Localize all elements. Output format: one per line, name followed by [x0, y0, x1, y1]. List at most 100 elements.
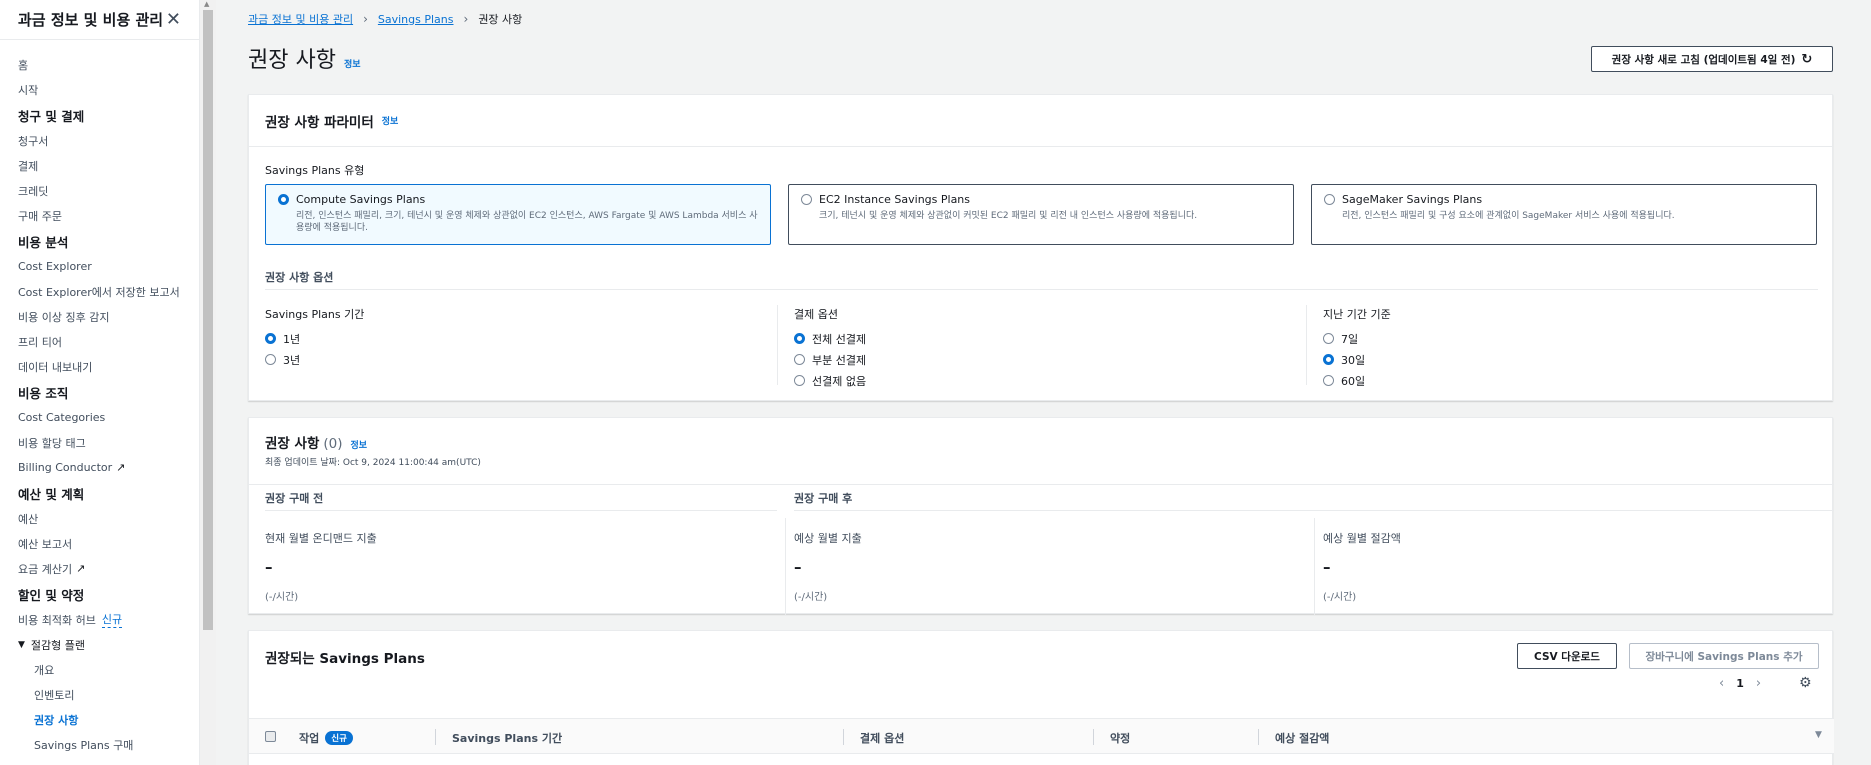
sidebar-item[interactable]: Cost Explorer에서 저장한 보고서: [0, 279, 199, 304]
page-title: 권장 사항 정보: [248, 42, 361, 74]
radio-60d[interactable]: [1323, 375, 1334, 386]
options-title: 권장 사항 옵션: [265, 271, 334, 284]
term-label: Savings Plans 기간: [265, 308, 365, 321]
radio-all-upfront[interactable]: [794, 333, 805, 344]
column-divider[interactable]: [1258, 729, 1259, 745]
sidebar-item[interactable]: 프리 티어: [0, 329, 199, 354]
payment-option-all-upfront[interactable]: 전체 선결제: [794, 328, 1294, 349]
sidebar-item[interactable]: Savings Plans 구매: [0, 732, 199, 757]
sidebar-title: 과금 정보 및 비용 관리: [18, 11, 164, 29]
plan-type-cards: Compute Savings Plans 리전, 인스턴스 패밀리, 크기, …: [265, 184, 1817, 245]
option-label: 부분 선결제: [812, 353, 867, 367]
caret-down-icon[interactable]: ▼: [18, 640, 25, 650]
plan-card-ec2-instance[interactable]: EC2 Instance Savings Plans 크기, 테넌시 및 운영 …: [788, 184, 1294, 245]
new-tag[interactable]: 신규: [101, 611, 123, 628]
sidebar-item-label: 개요: [34, 663, 55, 677]
col-commitment[interactable]: 약정: [1110, 730, 1130, 746]
group-underline: [265, 510, 777, 511]
col-payment[interactable]: 결제 옵션: [860, 730, 904, 746]
term-option-3yr[interactable]: 3년: [265, 349, 765, 370]
sidebar-item[interactable]: 예산 보고서: [0, 531, 199, 556]
payment-group: 결제 옵션 전체 선결제 부분 선결제 선결제 없음: [794, 306, 1294, 391]
payment-label: 결제 옵션: [794, 308, 838, 321]
breadcrumb-savings-plans-link[interactable]: Savings Plans: [378, 13, 454, 26]
radio-ec2-instance[interactable]: [801, 194, 812, 205]
sidebar: 과금 정보 및 비용 관리 ✕ 홈 시작 청구 및 결제 청구서 결제크레딧구매 주문비…: [0, 0, 200, 765]
select-all-checkbox[interactable]: [265, 731, 276, 742]
plan-card-compute[interactable]: Compute Savings Plans 리전, 인스턴스 패밀리, 크기, …: [265, 184, 771, 245]
column-divider[interactable]: [1093, 729, 1094, 745]
sidebar-item-label: 비용 이상 징후 감지: [18, 310, 110, 324]
recs-info-link[interactable]: 정보: [351, 438, 368, 451]
lookback-option-30d[interactable]: 30일: [1323, 349, 1823, 370]
sidebar-item[interactable]: 홈: [0, 52, 199, 77]
col-estimated-savings[interactable]: 예상 절감액: [1275, 730, 1329, 746]
plan-card-sagemaker[interactable]: SageMaker Savings Plans 리전, 인스턴스 패밀리 및 구…: [1311, 184, 1817, 245]
chevron-right-icon[interactable]: ›: [1756, 676, 1761, 691]
csv-download-button[interactable]: CSV 다운로드: [1517, 643, 1617, 669]
radio-30d[interactable]: [1323, 354, 1334, 365]
sidebar-item[interactable]: 비용 할당 태그: [0, 430, 199, 455]
sidebar-item[interactable]: 요금 계산기 ↗: [0, 556, 199, 581]
refresh-recommendations-button[interactable]: 권장 사항 새로 고침 (업데이트됨 4일 전) ↻: [1591, 46, 1833, 72]
column-divider[interactable]: [843, 729, 844, 745]
params-info-link[interactable]: 정보: [382, 114, 399, 127]
sidebar-item[interactable]: Cost Categories: [0, 405, 199, 430]
page-number[interactable]: 1: [1736, 677, 1744, 690]
radio-sagemaker[interactable]: [1324, 194, 1335, 205]
radio-1yr[interactable]: [265, 333, 276, 344]
radio-partial-upfront[interactable]: [794, 354, 805, 365]
payment-option-partial-upfront[interactable]: 부분 선결제: [794, 349, 1294, 370]
sidebar-item[interactable]: 청구서: [0, 128, 199, 153]
column-divider[interactable]: [435, 729, 436, 745]
gear-icon[interactable]: ⚙: [1799, 675, 1812, 691]
metric-estimated-savings: 예상 월별 절감액 – (-/시간): [1323, 530, 1401, 603]
page-info-link[interactable]: 정보: [344, 57, 361, 70]
sidebar-item[interactable]: 권장 사항: [0, 707, 199, 732]
sidebar-item[interactable]: Cost Explorer: [0, 254, 199, 279]
sidebar-section: 청구 및 결제: [0, 102, 199, 128]
close-icon[interactable]: ✕: [166, 9, 181, 30]
col-term[interactable]: Savings Plans 기간: [452, 730, 562, 746]
sidebar-item-label: 크레딧: [18, 184, 49, 198]
sidebar-header: 과금 정보 및 비용 관리 ✕: [0, 0, 199, 40]
sidebar-item[interactable]: 결제: [0, 153, 199, 178]
sidebar-item[interactable]: 비용 이상 징후 감지: [0, 304, 199, 329]
sidebar-item[interactable]: 시작: [0, 77, 199, 102]
sidebar-item[interactable]: 비용 최적화 허브 신규: [0, 607, 199, 632]
card-desc: 리전, 인스턴스 패밀리, 크기, 테넌시 및 운영 체제와 상관없이 EC2 …: [296, 211, 758, 233]
sidebar-item[interactable]: 크레딧: [0, 178, 199, 203]
table-header: 작업 신규 Savings Plans 기간 결제 옵션 약정 예상 절감액 ▼: [249, 718, 1834, 754]
sidebar-item-label: 예산 및 계획: [18, 486, 85, 502]
term-option-1yr[interactable]: 1년: [265, 328, 765, 349]
sidebar-item-label: 절감형 플랜: [30, 638, 86, 652]
radio-compute[interactable]: [278, 194, 289, 205]
sidebar-item[interactable]: 인벤토리: [0, 682, 199, 707]
scroll-up-icon[interactable]: ▲: [204, 0, 209, 8]
metric-divider: [785, 518, 786, 615]
sidebar-item[interactable]: 예산: [0, 506, 199, 531]
sidebar-item[interactable]: 개요: [0, 657, 199, 682]
sidebar-scrollbar[interactable]: ▲: [200, 0, 216, 765]
sort-descending-icon[interactable]: ▼: [1815, 730, 1822, 740]
sidebar-item[interactable]: Billing Conductor ↗: [0, 455, 199, 480]
scroll-thumb[interactable]: [203, 10, 213, 630]
params-title: 권장 사항 파라미터: [265, 114, 374, 131]
metric-label: 예상 월별 지출: [794, 532, 862, 545]
metric-value: –: [265, 558, 273, 576]
sidebar-item[interactable]: 데이터 내보내기: [0, 354, 199, 379]
sidebar-item[interactable]: 구매 주문: [0, 203, 199, 228]
add-to-cart-button[interactable]: 장바구니에 Savings Plans 추가: [1629, 643, 1819, 669]
lookback-option-7d[interactable]: 7일: [1323, 328, 1823, 349]
radio-7d[interactable]: [1323, 333, 1334, 344]
option-label: 3년: [283, 353, 301, 367]
radio-no-upfront[interactable]: [794, 375, 805, 386]
radio-3yr[interactable]: [265, 354, 276, 365]
option-label: 7일: [1341, 332, 1359, 346]
sidebar-item[interactable]: ▼ 절감형 플랜: [0, 632, 199, 657]
chevron-left-icon[interactable]: ‹: [1719, 676, 1724, 691]
lookback-option-60d[interactable]: 60일: [1323, 370, 1823, 391]
breadcrumb-billing-link[interactable]: 과금 정보 및 비용 관리: [248, 11, 353, 27]
col-action[interactable]: 작업 신규: [299, 730, 353, 746]
payment-option-no-upfront[interactable]: 선결제 없음: [794, 370, 1294, 391]
